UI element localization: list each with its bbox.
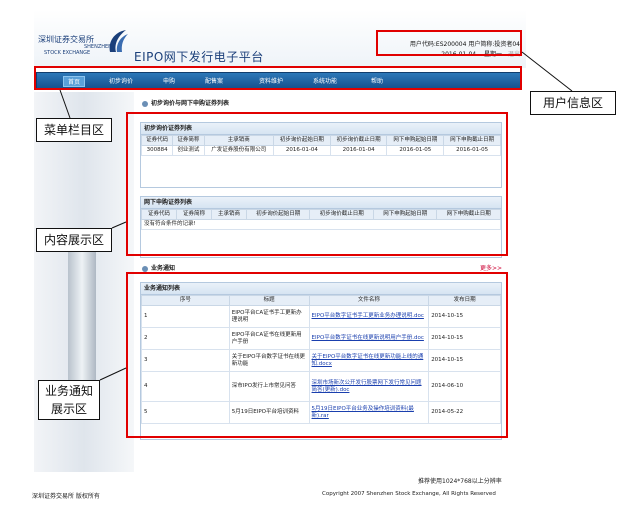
notice-area-highlight <box>126 272 508 438</box>
footer-copyright-en: Copyright 2007 Shenzhen Stock Exchange, … <box>322 491 496 497</box>
more-link[interactable]: 更多>> <box>480 263 502 272</box>
connector-user-info <box>521 51 573 92</box>
section-title-securities: 初步询价与网下申购证券列表 <box>142 98 229 107</box>
callout-notices: 业务通知 展示区 <box>38 380 100 420</box>
content-area-highlight <box>126 112 508 256</box>
logo-text-en-2: STOCK EXCHANGE <box>44 50 91 56</box>
callout-user-info: 用户信息区 <box>530 91 616 115</box>
app-title: EIPO网下发行电子平台 <box>134 50 264 64</box>
resolution-note: 推荐使用1024*768以上分辨率 <box>418 478 502 485</box>
tower-illustration <box>68 232 96 402</box>
callout-menu: 菜单栏目区 <box>36 118 112 142</box>
user-info-highlight <box>376 30 522 56</box>
bullet-icon <box>142 265 148 272</box>
footer-copyright-cn: 深圳证券交易所 版权所有 <box>32 493 100 500</box>
szse-logo-icon <box>109 30 128 52</box>
section-title-notices: 业务通知 <box>142 263 175 272</box>
bullet-icon <box>142 100 148 107</box>
callout-content: 内容展示区 <box>36 228 112 252</box>
menu-bar-highlight <box>34 66 522 90</box>
